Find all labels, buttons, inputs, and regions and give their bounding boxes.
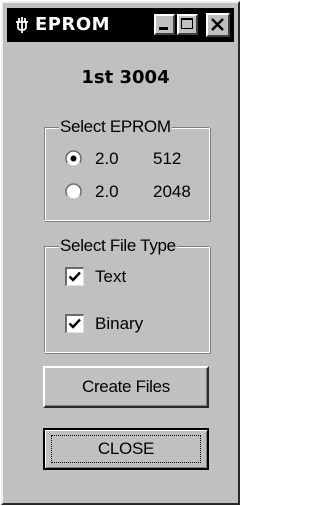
file-type-label: Text [95, 267, 127, 286]
checkbox-checked-icon[interactable] [65, 267, 84, 286]
plug-icon [12, 15, 32, 35]
select-file-type-group: Select File Type Text Binary [44, 236, 210, 353]
checkbox-checked-icon[interactable] [65, 314, 84, 333]
eprom-option-size: 512 [153, 149, 182, 168]
minimize-icon [159, 27, 168, 30]
select-eprom-label: Select EPROM [59, 117, 172, 137]
close-icon [211, 18, 224, 31]
close-button[interactable]: CLOSE [43, 428, 209, 470]
eprom-option-version: 2.0 [95, 149, 119, 168]
eprom-option-size: 2048 [153, 182, 191, 201]
select-eprom-group: Select EPROM 2.0 512 2.0 2048 [44, 117, 210, 221]
file-type-binary[interactable]: Binary [65, 314, 185, 334]
radio-unselected-icon[interactable] [65, 183, 82, 200]
create-files-button[interactable]: Create Files [43, 366, 209, 408]
window-title: EPROM [35, 14, 111, 35]
select-file-type-label: Select File Type [59, 236, 177, 256]
close-button-label: CLOSE [97, 439, 155, 458]
eprom-option-512[interactable]: 2.0 512 [65, 149, 205, 169]
file-type-label: Binary [95, 314, 144, 333]
device-heading: 1st 3004 [81, 67, 170, 88]
minimize-button[interactable] [154, 14, 175, 35]
eprom-option-version: 2.0 [95, 182, 119, 201]
eprom-option-2048[interactable]: 2.0 2048 [65, 182, 205, 202]
maximize-button[interactable] [177, 14, 198, 35]
maximize-icon [181, 18, 193, 29]
eprom-window: EPROM 1st 3004 Select EPROM 2.0 512 2.0 … [1, 1, 240, 505]
close-window-button[interactable] [206, 13, 230, 37]
title-bar[interactable]: EPROM [7, 8, 234, 42]
radio-selected-icon[interactable] [65, 150, 82, 167]
file-type-text[interactable]: Text [65, 267, 185, 287]
